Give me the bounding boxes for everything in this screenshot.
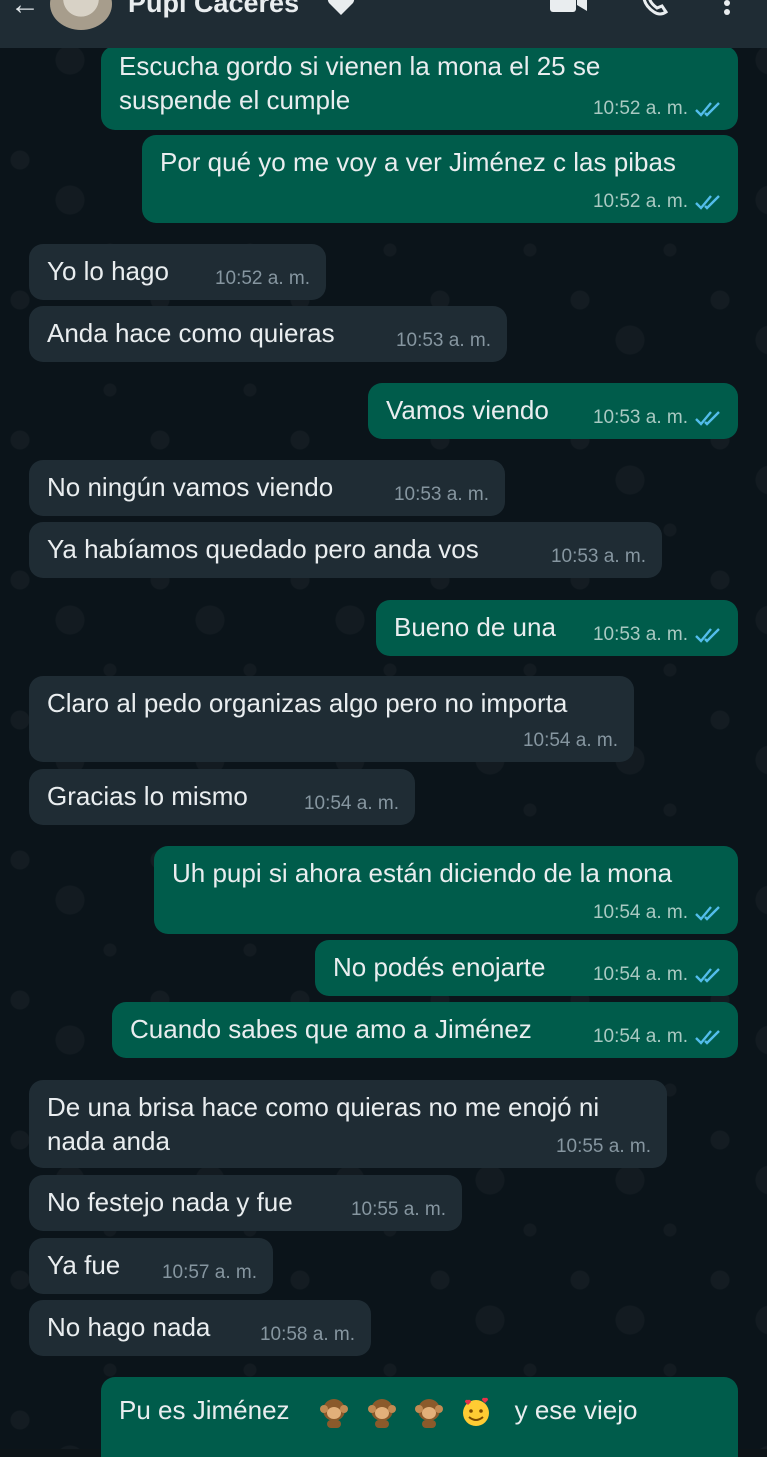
message-meta: 10:55 a. m.	[351, 1193, 446, 1227]
message-time: 10:54 a. m.	[303, 793, 399, 814]
message-time: 10:54 a. m.	[592, 902, 688, 923]
message-outgoing[interactable]: Uh pupi si ahora están diciendo de la mo…	[154, 846, 738, 934]
message-meta: 10:52 a. m.	[593, 185, 722, 219]
message-incoming[interactable]: Yo lo hago 10:52 a. m.	[29, 244, 326, 300]
message-outgoing[interactable]: Vamos viendo 10:53 a. m.	[368, 383, 738, 439]
arrow-left-icon[interactable]: ←	[10, 0, 40, 22]
message-outgoing[interactable]: Pu es Jiménez y ese viejo	[101, 1377, 738, 1457]
message-incoming[interactable]: Gracias lo mismo 10:54 a. m.	[29, 769, 415, 825]
message-meta: 10:55 a. m.	[556, 1130, 651, 1164]
message-meta: 10:54 a. m.	[593, 1020, 722, 1054]
message-incoming[interactable]: De una brisa hace como quieras no me eno…	[29, 1080, 667, 1168]
message-text: Por qué yo me voy a ver Jiménez c las pi…	[160, 147, 676, 177]
message-meta: 10:54 a. m.	[304, 787, 399, 821]
message-outgoing[interactable]: No podés enojarte 10:54 a. m.	[315, 940, 738, 996]
message-time: 10:55 a. m.	[350, 1199, 446, 1220]
message-time: 10:58 a. m.	[259, 1324, 355, 1345]
video-call-icon[interactable]	[550, 0, 588, 14]
more-options-icon[interactable]	[720, 0, 734, 16]
message-outgoing[interactable]: Por qué yo me voy a ver Jiménez c las pi…	[142, 135, 738, 223]
message-text-after: y ese viejo	[514, 1395, 638, 1425]
message-meta: 10:54 a. m.	[593, 958, 722, 992]
message-text: Uh pupi si ahora están diciendo de la mo…	[172, 858, 673, 888]
monkey-emoji	[320, 1399, 349, 1429]
phone-icon[interactable]	[640, 0, 670, 16]
message-outgoing[interactable]: Escucha gordo si vienen la mona el 25 se…	[101, 46, 738, 130]
message-meta: 10:53 a. m.	[551, 540, 646, 574]
message-outgoing[interactable]: Bueno de una 10:53 a. m.	[376, 600, 738, 656]
message-time: 10:54 a. m.	[592, 1026, 688, 1047]
avatar[interactable]	[50, 0, 112, 30]
double-check-icon	[695, 968, 720, 983]
message-time: 10:57 a. m.	[161, 1262, 257, 1283]
message-incoming[interactable]: Ya fue 10:57 a. m.	[29, 1238, 273, 1294]
double-check-icon	[695, 1030, 720, 1045]
message-incoming[interactable]: Ya habíamos quedado pero anda vos 10:53 …	[29, 522, 662, 578]
message-meta: 10:54 a. m.	[523, 724, 618, 758]
message-text: Claro al pedo organizas algo pero no imp…	[47, 688, 568, 718]
double-check-icon	[695, 411, 720, 426]
contact-name[interactable]: Pupi Cáceres	[128, 0, 299, 19]
message-meta: 10:53 a. m.	[593, 401, 722, 435]
message-text-before: Pu es Jiménez	[119, 1395, 290, 1425]
message-meta: 10:57 a. m.	[162, 1256, 257, 1290]
message-time: 10:54 a. m.	[522, 730, 618, 751]
message-meta: 10:53 a. m.	[593, 618, 722, 652]
message-outgoing[interactable]: Cuando sabes que amo a Jiménez 10:54 a. …	[112, 1002, 738, 1058]
message-incoming[interactable]: No festejo nada y fue 10:55 a. m.	[29, 1175, 462, 1231]
message-incoming[interactable]: No hago nada 10:58 a. m.	[29, 1300, 371, 1356]
message-time: 10:53 a. m.	[592, 624, 688, 645]
smiling-face-with-hearts-emoji	[463, 1397, 490, 1427]
message-incoming[interactable]: Claro al pedo organizas algo pero no imp…	[29, 676, 634, 762]
message-time: 10:53 a. m.	[550, 546, 646, 567]
message-meta: 10:54 a. m.	[593, 896, 722, 930]
message-meta: 10:53 a. m.	[396, 324, 491, 358]
message-time: 10:52 a. m.	[592, 98, 688, 119]
monkey-emoji	[367, 1399, 396, 1429]
monkey-emoji	[414, 1399, 443, 1429]
message-time: 10:53 a. m.	[592, 407, 688, 428]
message-meta: 10:58 a. m.	[260, 1318, 355, 1352]
message-meta: 10:52 a. m.	[215, 262, 310, 296]
message-text-partial: Pu es Jiménez y ese viejo	[119, 1377, 720, 1429]
message-meta: 10:53 a. m.	[394, 478, 489, 512]
double-check-icon	[695, 102, 720, 117]
message-meta: 10:52 a. m.	[593, 92, 722, 126]
double-check-icon	[695, 906, 720, 921]
message-incoming[interactable]: Anda hace como quieras 10:53 a. m.	[29, 306, 507, 362]
double-check-icon	[695, 195, 720, 210]
message-time: 10:53 a. m.	[395, 330, 491, 351]
heart-icon	[327, 0, 355, 15]
message-incoming[interactable]: No ningún vamos viendo 10:53 a. m.	[29, 460, 505, 516]
message-time: 10:53 a. m.	[393, 484, 489, 505]
message-time: 10:55 a. m.	[555, 1136, 651, 1157]
chat-header: ← Pupi Cáceres	[0, 0, 767, 48]
message-time: 10:52 a. m.	[592, 191, 688, 212]
message-time: 10:52 a. m.	[214, 268, 310, 289]
message-time: 10:54 a. m.	[592, 964, 688, 985]
double-check-icon	[695, 628, 720, 643]
